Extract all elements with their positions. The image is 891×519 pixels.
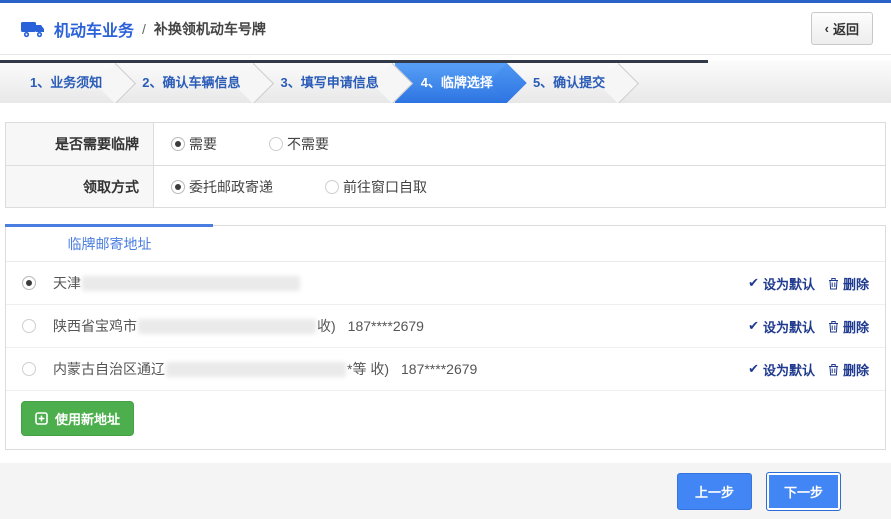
- delete-link[interactable]: 删除: [828, 317, 869, 336]
- radio-option-label: 委托邮政寄递: [189, 177, 273, 197]
- check-icon: ✔: [748, 361, 759, 377]
- tab-row: 临牌邮寄地址: [6, 226, 885, 262]
- back-button-label: 返回: [833, 19, 859, 38]
- step-label: 1、业务须知: [30, 75, 102, 90]
- next-step-button[interactable]: 下一步: [766, 472, 841, 511]
- radio-checked-icon[interactable]: [171, 137, 185, 151]
- radio-option-label: 需要: [189, 134, 217, 154]
- step-navigation: 1、业务须知 2、确认车辆信息 3、填写申请信息 4、临牌选择 5、确认提交: [0, 60, 891, 103]
- set-default-label: 设为默认: [763, 317, 815, 336]
- step-3-fill-application[interactable]: 3、填写申请信息: [254, 63, 392, 103]
- delete-link[interactable]: 删除: [828, 274, 869, 293]
- breadcrumb: 机动车业务 / 补换领机动车号牌: [20, 17, 266, 41]
- address-panel: 临牌邮寄地址 天津 ✔ 设为默认 删除 陕西省宝鸡市 收) 187****267…: [5, 225, 886, 450]
- delete-label: 删除: [843, 317, 869, 336]
- address-row[interactable]: 天津 ✔ 设为默认 删除: [6, 262, 885, 305]
- tab-mailing-address[interactable]: 临牌邮寄地址: [6, 226, 213, 261]
- set-default-label: 设为默认: [763, 274, 815, 293]
- address-row[interactable]: 内蒙古自治区通辽 *等 收) 187****2679 ✔ 设为默认 删除: [6, 348, 885, 391]
- back-button[interactable]: ‹ 返回: [811, 12, 873, 45]
- form-row-pickup-method: 领取方式 委托邮政寄递 前往窗口自取: [6, 165, 885, 207]
- previous-step-button[interactable]: 上一步: [677, 473, 752, 510]
- address-text: 天津: [53, 273, 81, 293]
- check-icon: ✔: [748, 275, 759, 291]
- back-chevron-icon: ‹: [825, 21, 829, 36]
- radio-unchecked-icon[interactable]: [22, 319, 36, 333]
- step-1-business-notice[interactable]: 1、业务须知: [0, 63, 116, 103]
- trash-icon: [828, 363, 839, 376]
- radio-option-window-pickup[interactable]: 前往窗口自取: [325, 177, 427, 197]
- delete-link[interactable]: 删除: [828, 360, 869, 379]
- delete-label: 删除: [843, 274, 869, 293]
- radio-checked-icon[interactable]: [22, 276, 36, 290]
- trash-icon: [828, 320, 839, 333]
- radio-option-label: 不需要: [287, 134, 329, 154]
- header: 机动车业务 / 补换领机动车号牌 ‹ 返回: [0, 0, 891, 55]
- radio-option-need-yes[interactable]: 需要: [171, 134, 217, 154]
- radio-unchecked-icon[interactable]: [269, 137, 283, 151]
- redacted-address: [138, 319, 316, 334]
- address-text: 内蒙古自治区通辽: [53, 359, 165, 379]
- form-row-need-plate: 是否需要临牌 需要 不需要: [6, 123, 885, 165]
- stepbar-filler: [619, 60, 891, 103]
- step-label: 2、确认车辆信息: [142, 75, 240, 90]
- app-title[interactable]: 机动车业务: [54, 17, 134, 41]
- set-default-link[interactable]: ✔ 设为默认: [748, 360, 815, 379]
- step-2-confirm-vehicle[interactable]: 2、确认车辆信息: [116, 63, 254, 103]
- radio-unchecked-icon[interactable]: [22, 362, 36, 376]
- radio-checked-icon[interactable]: [171, 180, 185, 194]
- breadcrumb-separator: /: [142, 21, 146, 37]
- address-suffix: 收): [317, 316, 336, 336]
- radio-option-mail-delivery[interactable]: 委托邮政寄递: [171, 177, 273, 197]
- step-label: 5、确认提交: [533, 75, 605, 90]
- use-new-address-button[interactable]: 使用新地址: [21, 401, 134, 436]
- address-phone: 187****2679: [401, 361, 477, 377]
- address-phone: 187****2679: [348, 318, 424, 334]
- use-new-address-label: 使用新地址: [55, 409, 120, 428]
- radio-option-need-no[interactable]: 不需要: [269, 134, 329, 154]
- set-default-link[interactable]: ✔ 设为默认: [748, 317, 815, 336]
- step-label: 3、填写申请信息: [280, 75, 378, 90]
- stepbar-topline: [0, 60, 708, 63]
- form-label: 是否需要临牌: [6, 123, 154, 165]
- redacted-address: [82, 276, 300, 291]
- radio-option-label: 前往窗口自取: [343, 177, 427, 197]
- step-label: 4、临牌选择: [421, 75, 493, 90]
- address-suffix: *等 收): [347, 359, 389, 379]
- trash-icon: [828, 277, 839, 290]
- set-default-link[interactable]: ✔ 设为默认: [748, 274, 815, 293]
- plus-icon: [35, 412, 48, 425]
- temp-plate-form: 是否需要临牌 需要 不需要 领取方式 委托邮政寄递 前往窗口自取: [5, 122, 886, 208]
- delete-label: 删除: [843, 360, 869, 379]
- address-text: 陕西省宝鸡市: [53, 316, 137, 336]
- new-address-row: 使用新地址: [6, 391, 885, 449]
- form-label: 领取方式: [6, 166, 154, 207]
- active-tab-topline: [5, 224, 213, 227]
- radio-unchecked-icon[interactable]: [325, 180, 339, 194]
- check-icon: ✔: [748, 318, 759, 334]
- footer-bar: 上一步 下一步: [0, 463, 891, 519]
- truck-icon: [20, 19, 46, 39]
- redacted-address: [166, 362, 346, 377]
- set-default-label: 设为默认: [763, 360, 815, 379]
- page-title: 补换领机动车号牌: [154, 19, 266, 39]
- address-row[interactable]: 陕西省宝鸡市 收) 187****2679 ✔ 设为默认 删除: [6, 305, 885, 348]
